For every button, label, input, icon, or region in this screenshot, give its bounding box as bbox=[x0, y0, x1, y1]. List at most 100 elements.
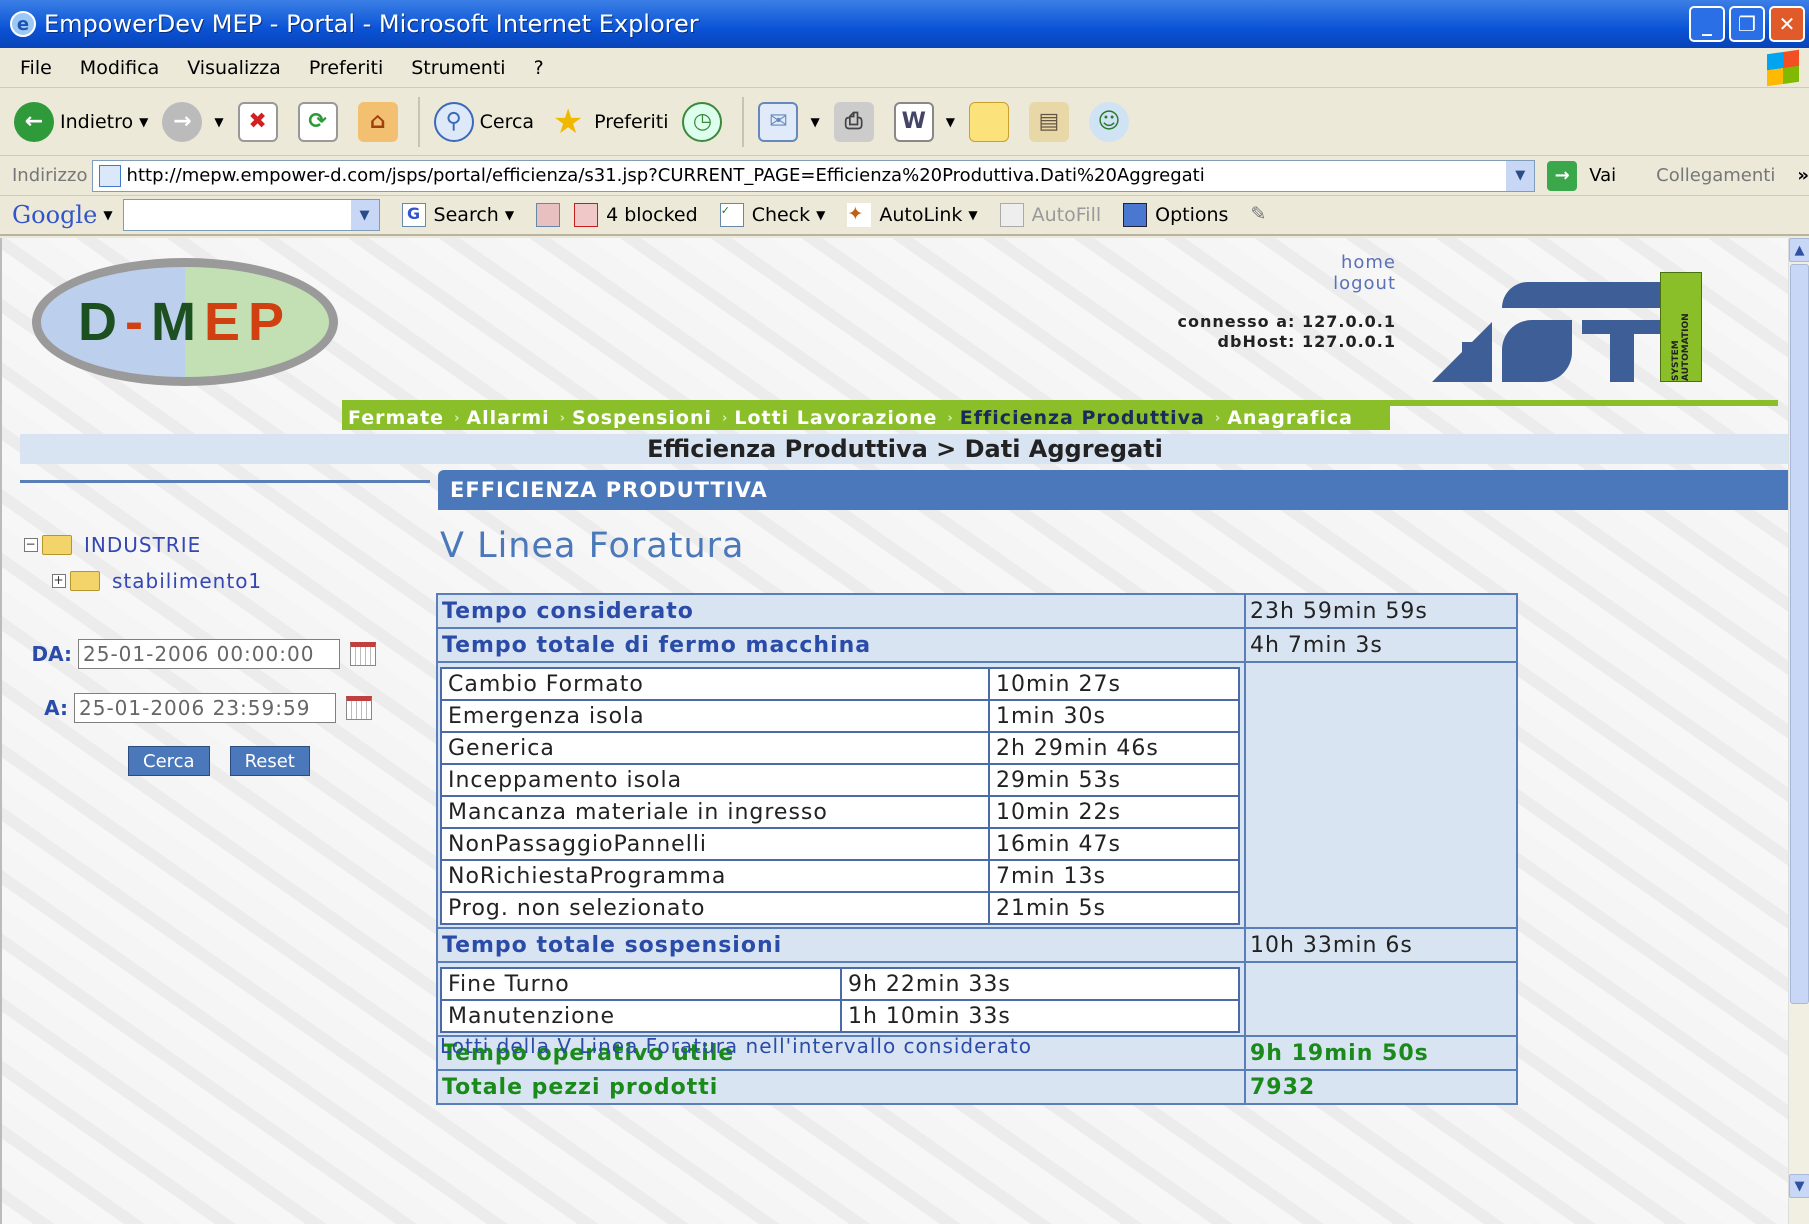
chevron-down-icon[interactable]: ▼ bbox=[103, 208, 112, 222]
main-nav: Fermate › Allarmi › Sospensioni › Lotti Lav… bbox=[342, 406, 1390, 430]
links-label[interactable]: Collegamenti bbox=[1656, 165, 1775, 186]
stop-button[interactable]: ✖ bbox=[237, 101, 284, 142]
chevron-down-icon[interactable]: ▼ bbox=[139, 115, 148, 129]
menu-modifica[interactable]: Modifica bbox=[80, 57, 159, 79]
home-button[interactable]: ⌂ bbox=[357, 101, 404, 142]
forward-button[interactable]: → ▼ bbox=[162, 101, 224, 142]
nav-allarmi[interactable]: Allarmi bbox=[466, 407, 549, 429]
table-row: Cambio Formato 10min 27s bbox=[440, 667, 1240, 701]
back-button[interactable]: ← Indietro ▼ bbox=[14, 101, 148, 142]
menu-visualizza[interactable]: Visualizza bbox=[187, 57, 281, 79]
nav-anagrafica[interactable]: Anagrafica bbox=[1227, 407, 1353, 429]
refresh-button[interactable]: ⟳ bbox=[297, 101, 344, 142]
print-button[interactable]: ⎙ bbox=[833, 101, 880, 142]
logout-link[interactable]: logout bbox=[1333, 273, 1396, 294]
highlight-button[interactable]: ✎ bbox=[1250, 203, 1282, 227]
minimize-button[interactable]: _ bbox=[1689, 6, 1725, 42]
folder-icon bbox=[70, 571, 100, 591]
note-icon bbox=[968, 101, 1009, 142]
popup-blocker-button[interactable]: 4 blocked bbox=[574, 203, 698, 227]
messenger-icon: ☺ bbox=[1088, 101, 1129, 142]
google-logo[interactable]: Google bbox=[12, 201, 97, 229]
menu-file[interactable]: File bbox=[20, 57, 52, 79]
go-button[interactable]: → Vai bbox=[1547, 160, 1616, 191]
autofill-button[interactable]: AutoFill bbox=[999, 203, 1101, 227]
calendar-icon[interactable] bbox=[346, 696, 372, 720]
google-search-label: Search bbox=[433, 204, 499, 226]
spellcheck-button[interactable]: ✓ Check ▼ bbox=[719, 203, 825, 227]
scroll-thumb[interactable] bbox=[1790, 264, 1809, 1004]
autolink-button[interactable]: ✦ AutoLink ▼ bbox=[847, 203, 978, 227]
google-g-icon: G bbox=[401, 203, 426, 227]
expand-icon[interactable]: + bbox=[52, 574, 66, 588]
nav-lotti[interactable]: Lotti Lavorazione bbox=[734, 407, 937, 429]
home-icon: ⌂ bbox=[357, 101, 398, 142]
chevron-down-icon[interactable]: ▼ bbox=[1506, 160, 1535, 191]
collapse-icon[interactable]: − bbox=[24, 538, 38, 552]
efficiency-table: Tempo considerato 23h 59min 59s Tempo to… bbox=[436, 593, 1518, 1105]
menu-bar: File Modifica Visualizza Preferiti Strum… bbox=[0, 48, 1809, 88]
messenger-button[interactable]: ☺ bbox=[1088, 101, 1135, 142]
tree-node-industrie[interactable]: − INDUSTRIE bbox=[24, 530, 262, 560]
tree-label-stabilimento[interactable]: stabilimento1 bbox=[112, 569, 262, 593]
favorites-button[interactable]: ★ Preferiti bbox=[548, 102, 669, 142]
chevron-down-icon[interactable]: ▼ bbox=[816, 208, 825, 222]
tempo-considerato-label: Tempo considerato bbox=[436, 593, 1246, 629]
notes-button[interactable] bbox=[968, 101, 1015, 142]
calendar-icon[interactable] bbox=[350, 642, 376, 666]
tree-label-industrie[interactable]: INDUSTRIE bbox=[84, 533, 201, 557]
table-row: Cambio Formato 10min 27s Emergenza isola 1… bbox=[436, 661, 1518, 929]
mail-button[interactable]: ✉ ▼ bbox=[758, 101, 820, 142]
address-input[interactable]: http://mepw.empower-d.com/jsps/portal/ef… bbox=[91, 159, 1536, 192]
pencil-icon: ✎ bbox=[1250, 203, 1267, 225]
close-button[interactable]: ✕ bbox=[1769, 6, 1805, 42]
chevron-down-icon[interactable]: ▼ bbox=[214, 115, 223, 129]
chevron-down-icon[interactable]: ▼ bbox=[946, 115, 955, 129]
tree-node-stabilimento[interactable]: + stabilimento1 bbox=[52, 566, 262, 596]
sospensioni-detail-table: Fine Turno 9h 22min 33s Manutenzione 1h 10… bbox=[440, 967, 1240, 1033]
table-row: Fine Turno 9h 22min 33s bbox=[440, 967, 1240, 1001]
edit-button[interactable]: W ▼ bbox=[893, 101, 955, 142]
chevron-down-icon[interactable]: ▼ bbox=[350, 200, 379, 230]
table-row: Tempo considerato 23h 59min 59s bbox=[436, 593, 1518, 629]
windows-logo-icon bbox=[1767, 49, 1799, 87]
search-icon: ⚲ bbox=[433, 101, 474, 142]
date-to-input[interactable]: 25-01-2006 23:59:59 bbox=[74, 693, 336, 723]
lotti-link[interactable]: Lotti della V Linea Foratura nell'interv… bbox=[440, 1034, 1032, 1058]
vertical-scrollbar[interactable]: ▲ ▼ bbox=[1788, 238, 1809, 1224]
chevron-down-icon[interactable]: ▼ bbox=[505, 208, 514, 222]
connected-info: connesso a: 127.0.0.1 bbox=[1177, 312, 1396, 331]
chevron-down-icon[interactable]: ▼ bbox=[810, 115, 819, 129]
chevron-right-icon[interactable]: » bbox=[1797, 165, 1809, 186]
search-button[interactable]: ⚲ Cerca bbox=[433, 101, 534, 142]
pagerank-button[interactable] bbox=[536, 203, 568, 227]
google-search-button[interactable]: G Search ▼ bbox=[401, 203, 514, 227]
address-label: Indirizzo bbox=[12, 165, 88, 186]
chevron-right-icon: › bbox=[947, 410, 954, 426]
reset-button[interactable]: Reset bbox=[229, 746, 310, 776]
search-submit-button[interactable]: Cerca bbox=[128, 746, 210, 776]
scroll-down-icon[interactable]: ▼ bbox=[1789, 1174, 1809, 1198]
sospensioni-label: Tempo totale sospensioni bbox=[436, 927, 1246, 963]
google-search-input[interactable]: ▼ bbox=[122, 199, 380, 231]
date-from-input[interactable]: 25-01-2006 00:00:00 bbox=[78, 639, 340, 669]
table-row: Mancanza materiale in ingresso 10min 22s bbox=[440, 795, 1240, 829]
nav-efficienza[interactable]: Efficienza Produttiva bbox=[960, 407, 1205, 429]
date-to-label: A: bbox=[44, 696, 68, 720]
research-button[interactable]: ▤ bbox=[1028, 101, 1075, 142]
menu-help[interactable]: ? bbox=[534, 57, 544, 79]
options-icon bbox=[1123, 203, 1148, 227]
history-button[interactable]: ◷ bbox=[682, 101, 728, 142]
home-link[interactable]: home bbox=[1333, 252, 1396, 273]
menu-strumenti[interactable]: Strumenti bbox=[411, 57, 505, 79]
menu-preferiti[interactable]: Preferiti bbox=[309, 57, 383, 79]
options-button[interactable]: Options bbox=[1123, 203, 1228, 227]
stop-icon: ✖ bbox=[237, 101, 278, 142]
scroll-up-icon[interactable]: ▲ bbox=[1789, 238, 1809, 262]
fermo-detail-table: Cambio Formato 10min 27s Emergenza isola 1… bbox=[440, 667, 1240, 925]
nav-fermate[interactable]: Fermate bbox=[348, 407, 444, 429]
favorites-label: Preferiti bbox=[594, 110, 669, 133]
restore-button[interactable]: ❐ bbox=[1729, 6, 1765, 42]
nav-sospensioni[interactable]: Sospensioni bbox=[572, 407, 712, 429]
chevron-down-icon[interactable]: ▼ bbox=[968, 208, 977, 222]
